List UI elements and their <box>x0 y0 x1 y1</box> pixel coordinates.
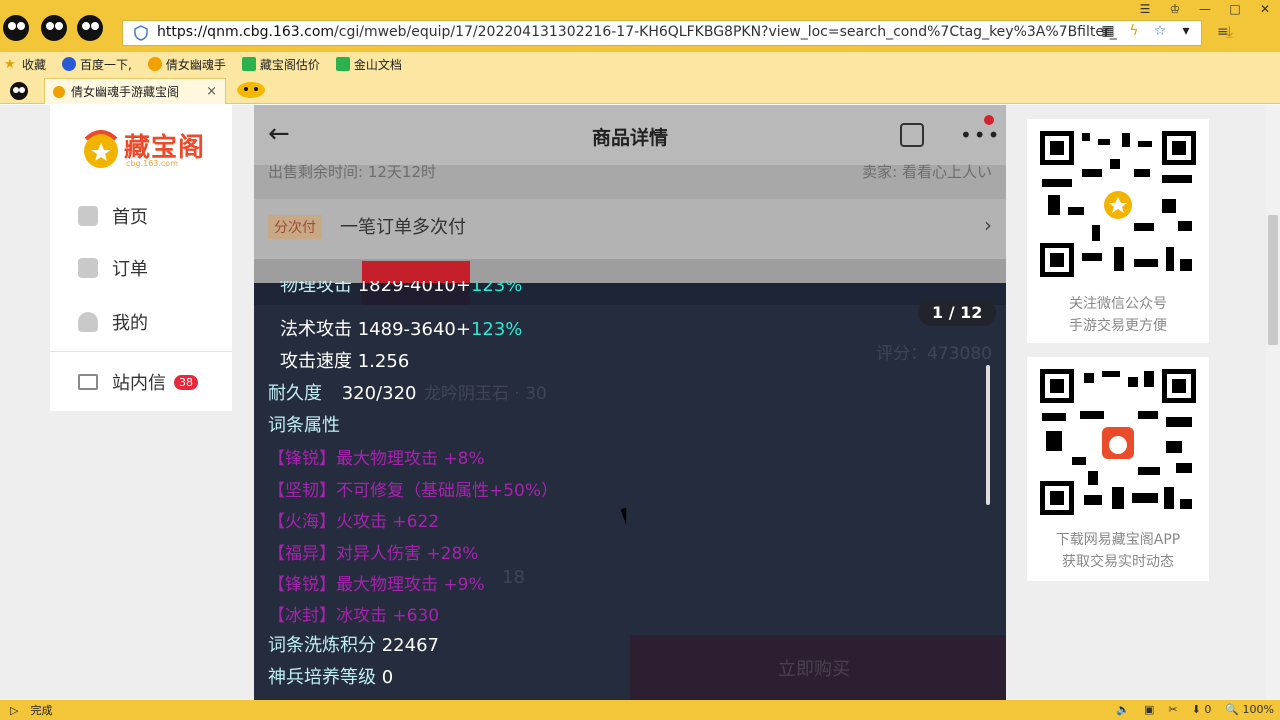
zoom-level[interactable]: 🔍 100% <box>1225 703 1274 716</box>
lightning-icon[interactable]: ϟ <box>1125 23 1143 39</box>
affix-item: 【锋锐】最大物理攻击 +8% <box>268 449 485 469</box>
page-title: 商品详情 <box>591 127 668 149</box>
more-icon[interactable]: ••• <box>960 123 1001 147</box>
home-icon <box>78 206 98 226</box>
detail-header: ← 商品详情 ••• <box>254 105 1006 165</box>
sidebar-item-messages[interactable]: 站内信 38 <box>78 369 198 395</box>
browser-logo-icon[interactable] <box>8 80 30 102</box>
game-icon <box>147 57 162 71</box>
divine-level-row: 神兵培养等级 0 <box>268 667 394 688</box>
sidebar-item-home[interactable]: 首页 <box>78 203 148 229</box>
cbg-logo[interactable]: 藏宝阁 cbg.163.com <box>78 123 208 173</box>
url-text[interactable]: https://qnm.cbg.163.com/cgi/mweb/equip/1… <box>157 24 1117 40</box>
browser-titlebar: https://qnm.cbg.163.com/cgi/mweb/equip/1… <box>0 0 1280 52</box>
star-icon: ★ <box>4 57 16 72</box>
wechat-caption-1: 关注微信公众号 <box>1069 296 1167 312</box>
notification-dot <box>984 115 994 125</box>
treasure-bag-icon <box>84 130 118 168</box>
mascot-logos-icon <box>3 15 103 41</box>
close-tab-icon[interactable]: × <box>206 84 217 99</box>
wechat-caption-2: 手游交易更方便 <box>1069 318 1167 334</box>
affix-item: 【火海】火攻击 +622 <box>268 512 440 532</box>
address-bar[interactable]: https://qnm.cbg.163.com/cgi/mweb/equip/1… <box>122 20 1202 46</box>
download-icon[interactable]: ⤓ <box>1226 22 1233 42</box>
divider <box>50 351 232 352</box>
image-viewer-overlay[interactable]: 评分：473080 龙吟阴玉石 · 30 18 立即购买 1 / 12 物理攻击… <box>254 281 1006 700</box>
bookmark-kdocs[interactable]: 金山文档 <box>335 56 402 73</box>
split-text: 一笔订单多次付 <box>340 217 466 238</box>
download-status-icon[interactable]: ⬇ 0 <box>1192 703 1212 716</box>
magic-attack-row: 法术攻击 1489-3640+123% <box>280 319 523 340</box>
close-window-icon[interactable]: ✕ <box>1250 0 1280 18</box>
bookmark-favorites[interactable]: ★ 收藏 <box>4 56 46 73</box>
bookmarks-bar: ★ 收藏 百度一下, 倩女幽魂手 藏宝阁估价 金山文档 <box>0 52 1280 76</box>
screenshot-icon[interactable]: ✂ <box>1168 703 1177 716</box>
play-icon[interactable]: ▷ <box>10 704 18 717</box>
status-text: 完成 <box>30 704 53 717</box>
s-logo-icon <box>335 57 350 71</box>
s-logo-icon <box>241 57 256 71</box>
order-icon <box>78 258 98 278</box>
game-icon <box>53 85 65 98</box>
grid-icon[interactable]: ▦ <box>1099 23 1117 39</box>
product-detail-panel: ← 商品详情 ••• 出售剩余时间: 12天12时 卖家: 看看心上人い 分次付… <box>254 105 1006 700</box>
image-counter: 1 / 12 <box>918 299 997 326</box>
bookmark-baidu[interactable]: 百度一下, <box>62 56 132 73</box>
shield-icon <box>134 25 148 41</box>
scrollbar-thumb[interactable] <box>1268 215 1278 345</box>
bookmark-qnm[interactable]: 倩女幽魂手 <box>147 56 226 73</box>
split-payment-row[interactable]: 分次付 一笔订单多次付 › <box>254 199 1006 259</box>
tab-strip: 倩女幽魂手游藏宝阁 × <box>0 76 1280 104</box>
faded-number: 18 <box>502 567 525 588</box>
wechat-qr-card: 关注微信公众号 手游交易更方便 <box>1027 119 1209 343</box>
app-qr-code-icon <box>1038 367 1198 517</box>
affix-title: 词条属性 <box>268 415 340 436</box>
sidebar-item-orders[interactable]: 订单 <box>78 255 148 281</box>
minimize-icon[interactable]: — <box>1190 0 1220 18</box>
user-icon <box>78 312 98 332</box>
maximize-icon[interactable]: □ <box>1220 0 1250 18</box>
scroll-indicator[interactable] <box>986 365 990 505</box>
chevron-down-icon[interactable]: ▾ <box>1177 23 1195 39</box>
affix-item: 【冰封】冰攻击 +630 <box>268 606 440 626</box>
mail-icon <box>78 374 98 390</box>
menu-lines-icon[interactable]: ☰ <box>1130 0 1160 18</box>
app-qr-card: 下载网易藏宝阁APP 获取交易实时动态 <box>1027 357 1209 581</box>
page-content: 藏宝阁 cbg.163.com 首页 订单 我的 站内信 38 ← 商品详情 ••… <box>0 105 1280 700</box>
split-tag: 分次付 <box>268 215 322 239</box>
affix-item: 【福异】对异人伤害 +28% <box>268 544 479 564</box>
wechat-qr-code-icon <box>1038 129 1198 279</box>
remaining-time: 出售剩余时间: 12天12时 <box>268 163 436 181</box>
bookmark-cbg-estimate[interactable]: 藏宝阁估价 <box>241 56 320 73</box>
skin-icon[interactable]: ♔ <box>1160 0 1190 18</box>
baidu-paw-icon <box>62 57 77 71</box>
chevron-right-icon: › <box>984 213 992 237</box>
tab-active[interactable]: 倩女幽魂手游藏宝阁 × <box>44 78 226 104</box>
page-scrollbar[interactable] <box>1266 105 1280 700</box>
affix-item: 【锋锐】最大物理攻击 +9% <box>268 575 485 595</box>
new-tab-mascot-icon[interactable] <box>234 80 268 100</box>
speaker-icon[interactable]: 🔈 <box>1116 703 1130 716</box>
star-icon[interactable]: ☆ <box>1151 23 1169 39</box>
buy-now-button[interactable]: 立即购买 <box>630 635 1006 700</box>
browser-statusbar: ▷ 完成 🔈 ▣ ✂ ⬇ 0 🔍 100% <box>0 700 1280 720</box>
sidebar: 藏宝阁 cbg.163.com 首页 订单 我的 站内信 38 <box>50 105 232 411</box>
video-icon[interactable]: ▣ <box>1144 703 1154 716</box>
seller-name: 卖家: 看看心上人い <box>862 163 992 181</box>
refine-score-row: 词条洗炼积分 22467 <box>268 635 439 656</box>
physical-attack-row: 物理攻击 1829-4010+123% <box>280 281 523 296</box>
affix-item: 【坚韧】不可修复（基础属性+50%） <box>268 481 559 501</box>
durability-row: 耐久度 320/320 <box>268 383 417 404</box>
app-caption-1: 下载网易藏宝阁APP <box>1055 532 1181 548</box>
share-icon[interactable] <box>900 123 924 147</box>
attack-speed-row: 攻击速度 1.256 <box>280 351 410 372</box>
faded-gem: 龙吟阴玉石 · 30 <box>424 384 547 404</box>
sidebar-item-mine[interactable]: 我的 <box>78 309 148 335</box>
faded-score: 评分：473080 <box>876 344 992 364</box>
unread-badge: 38 <box>174 374 198 390</box>
app-caption-2: 获取交易实时动态 <box>1062 554 1174 570</box>
